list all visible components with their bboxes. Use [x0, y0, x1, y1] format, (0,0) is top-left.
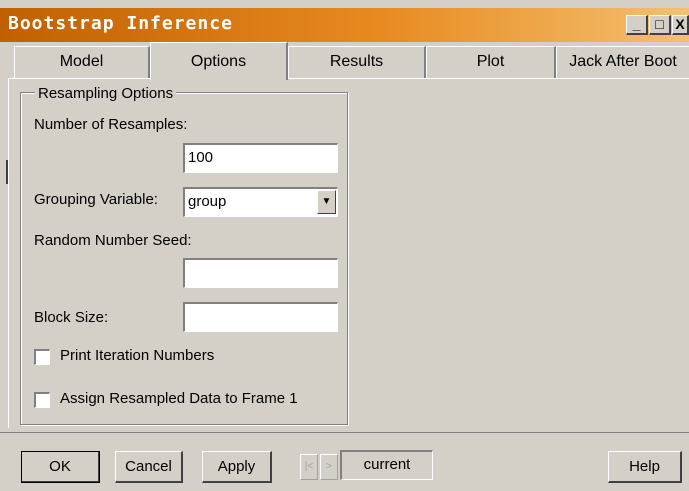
ok-button[interactable]: OK [21, 451, 100, 483]
window-title: Bootstrap Inference [8, 13, 233, 34]
bootstrap-inference-dialog: Bootstrap Inference _ □ X Model Options … [0, 0, 689, 491]
tab-model[interactable]: Model [14, 46, 150, 78]
block-size-label: Block Size: [34, 309, 109, 326]
maximize-button[interactable]: □ [649, 15, 671, 35]
minimize-button[interactable]: _ [626, 15, 648, 35]
number-of-resamples-label: Number of Resamples: [34, 116, 188, 133]
grouping-variable-label: Grouping Variable: [34, 191, 158, 208]
random-number-seed-input[interactable] [183, 258, 338, 288]
random-number-seed-label: Random Number Seed: [34, 232, 192, 249]
tab-jack-after-boot[interactable]: Jack After Boot [556, 46, 689, 78]
title-bar[interactable]: Bootstrap Inference _ □ X [0, 8, 689, 42]
tab-plot[interactable]: Plot [426, 46, 556, 78]
apply-button[interactable]: Apply [202, 451, 272, 483]
assign-resampled-data-label[interactable]: Assign Resampled Data to Frame 1 [60, 390, 298, 407]
edge-mark [6, 160, 8, 184]
cancel-button[interactable]: Cancel [115, 451, 183, 483]
assign-resampled-data-checkbox[interactable] [34, 392, 50, 408]
tab-strip: Model Options Results Plot Jack After Bo… [0, 42, 689, 80]
chevron-down-icon[interactable]: ▼ [317, 190, 336, 214]
help-button[interactable]: Help [608, 451, 682, 483]
previous-icon[interactable]: |< [300, 454, 318, 480]
block-size-input[interactable] [183, 302, 338, 332]
grouping-variable-value: group [188, 193, 227, 210]
print-iteration-numbers-checkbox[interactable] [34, 349, 50, 365]
tab-results[interactable]: Results [288, 46, 426, 78]
print-iteration-numbers-label[interactable]: Print Iteration Numbers [60, 347, 214, 364]
next-icon[interactable]: > [320, 454, 338, 480]
current-data-indicator: current [340, 450, 433, 480]
close-button[interactable]: X [672, 15, 689, 35]
resampling-options-title: Resampling Options [35, 85, 177, 102]
grouping-variable-select[interactable]: group ▼ [183, 187, 338, 217]
tab-options[interactable]: Options [150, 42, 288, 80]
number-of-resamples-input[interactable]: 100 [183, 143, 338, 173]
